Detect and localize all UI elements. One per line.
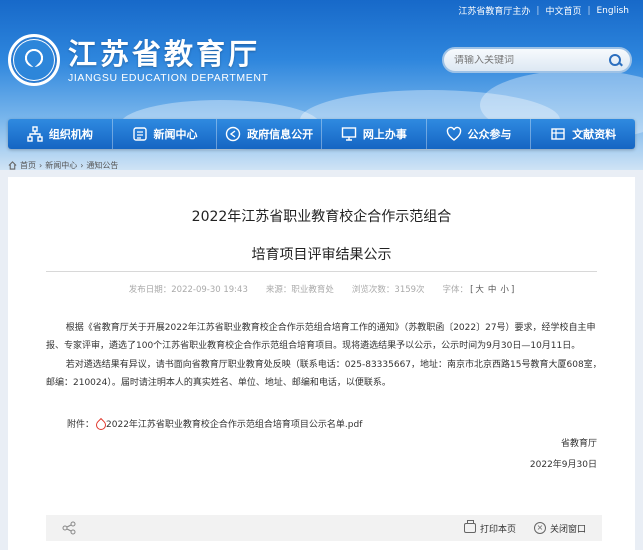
print-button[interactable]: 打印本页	[463, 520, 516, 535]
attachment-link[interactable]: 2022年江苏省职业教育校企合作示范组合培育项目公示名单.pdf	[106, 417, 362, 430]
top-links: 江苏省教育厅主办 | 中文首页 | English	[458, 4, 630, 18]
english-link[interactable]: English	[597, 6, 630, 16]
main-nav: 组织机构 新闻中心 政府信息公开 网上办事 公众参与 文献资料	[8, 119, 635, 149]
attachment: 附件： 2022年江苏省职业教育校企合作示范组合培育项目公示名单.pdf	[67, 417, 362, 430]
org-chart-icon	[27, 126, 43, 142]
chinese-home-link[interactable]: 中文首页	[545, 4, 581, 17]
nav-item-info-open[interactable]: 政府信息公开	[217, 119, 323, 149]
share-icon[interactable]	[62, 521, 76, 535]
search-icon[interactable]	[608, 53, 622, 67]
heart-icon	[446, 126, 461, 141]
nav-label: 网上办事	[362, 128, 407, 141]
publish-date: 2022-09-30 19:43	[171, 285, 248, 295]
font-label: 字体：	[442, 285, 469, 295]
breadcrumb-news[interactable]: 新闻中心	[45, 160, 77, 171]
views-label: 浏览次数：	[351, 285, 395, 295]
search-box	[442, 47, 632, 73]
article-panel: 2022年江苏省职业教育校企合作示范组合 培育项目评审结果公示 发布日期：202…	[8, 177, 635, 550]
article-body: 根据《省教育厅关于开展2022年江苏省职业教育校企合作示范组合培育工作的通知》（…	[46, 319, 602, 393]
emblem-icon	[8, 34, 60, 86]
nav-item-public[interactable]: 公众参与	[427, 119, 532, 149]
title-divider	[46, 271, 597, 272]
info-open-icon	[225, 126, 241, 142]
logo-subtitle: JIANGSU EDUCATION DEPARTMENT	[68, 71, 269, 84]
source-label: 来源：	[265, 285, 292, 295]
article-title-line1: 2022年江苏省职业教育校企合作示范组合	[191, 209, 452, 225]
font-medium-button[interactable]: 中	[486, 285, 499, 295]
host-text: 江苏省教育厅主办	[458, 7, 531, 17]
print-label: 打印本页	[479, 524, 516, 535]
view-count: 3159次	[394, 285, 425, 295]
breadcrumb: 首页 › 新闻中心 › 通知公告	[8, 160, 118, 171]
search-input[interactable]	[454, 54, 608, 66]
logo-title: 江苏省教育厅	[68, 36, 261, 71]
font-small-button[interactable]: 小	[498, 285, 511, 295]
news-icon	[132, 127, 147, 141]
nav-label: 政府信息公开	[247, 128, 314, 141]
font-size-switcher: [大中小]	[470, 285, 515, 295]
nav-item-org[interactable]: 组织机构	[8, 119, 113, 149]
close-window-button[interactable]: × 关闭窗口	[533, 522, 586, 535]
monitor-icon	[341, 127, 357, 141]
printer-icon	[463, 520, 476, 533]
font-large-button[interactable]: 大	[473, 285, 486, 295]
attachment-label: 附件：	[67, 420, 95, 430]
source: 职业教育处	[291, 285, 334, 295]
nav-item-news[interactable]: 新闻中心	[113, 119, 218, 149]
article-footer-bar: 打印本页 × 关闭窗口	[46, 515, 602, 541]
nav-label: 组织机构	[48, 128, 93, 141]
paragraph-2: 若对遴选结果有异议，请书面向省教育厅职业教育处反映（联系电话：025-83335…	[46, 359, 602, 389]
paragraph-1: 根据《省教育厅关于开展2022年江苏省职业教育校企合作示范组合培育工作的通知》（…	[46, 323, 596, 352]
breadcrumb-home[interactable]: 首页	[20, 160, 36, 171]
nav-label: 公众参与	[467, 128, 512, 141]
nav-label: 文献资料	[572, 128, 617, 141]
library-icon	[551, 128, 565, 140]
nav-item-online[interactable]: 网上办事	[322, 119, 427, 149]
home-icon	[8, 161, 17, 170]
close-icon: ×	[533, 522, 546, 534]
close-label: 关闭窗口	[549, 524, 586, 535]
date-label: 发布日期：	[128, 285, 172, 295]
nav-label: 新闻中心	[153, 128, 198, 141]
signature-org: 省教育厅	[560, 439, 597, 449]
pdf-icon	[95, 419, 105, 429]
article-title-line2: 培育项目评审结果公示	[251, 247, 392, 263]
article-meta: 发布日期：2022-09-30 19:43 来源：职业教育处 浏览次数：3159…	[8, 283, 635, 295]
breadcrumb-notices[interactable]: 通知公告	[86, 160, 118, 171]
nav-item-library[interactable]: 文献资料	[531, 119, 635, 149]
site-logo[interactable]: 江苏省教育厅 JIANGSU EDUCATION DEPARTMENT	[8, 34, 269, 86]
signature-date: 2022年9月30日	[529, 460, 597, 470]
